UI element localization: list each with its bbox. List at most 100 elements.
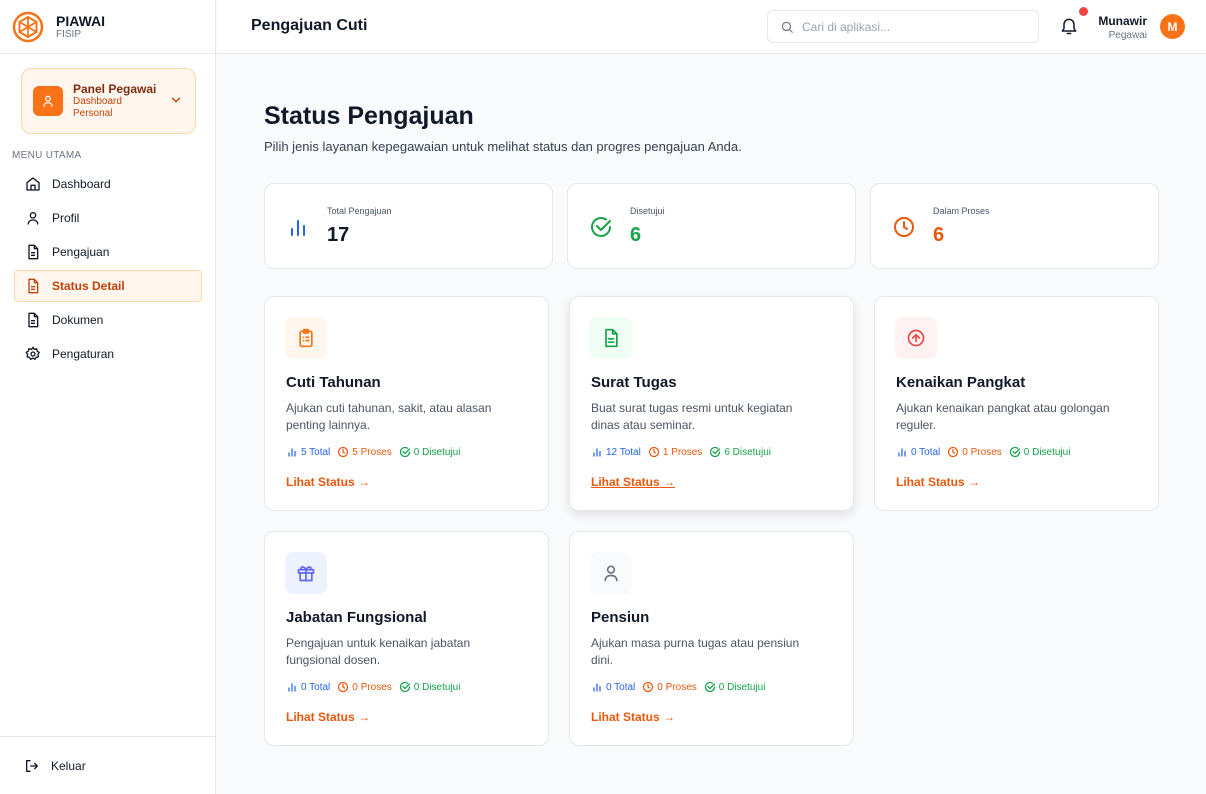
document-icon — [28, 278, 39, 294]
card-title: Cuti Tahunan — [286, 374, 381, 391]
notification-badge — [1079, 7, 1088, 16]
stat-approved: Disetujui 6 — [567, 183, 856, 269]
card-stats: 0 Total 0 Proses 0 Disetujui — [286, 681, 467, 693]
stat-value: 17 — [327, 224, 350, 246]
page-title: Pengajuan Cuti — [251, 17, 368, 34]
process-count: 0 Proses — [337, 681, 392, 693]
process-count: 5 Proses — [337, 446, 392, 458]
service-card-kenaikan-pangkat[interactable]: Kenaikan Pangkat Ajukan kenaikan pangkat… — [874, 296, 1159, 511]
bar-chart-icon — [291, 220, 305, 236]
card-title: Pensiun — [591, 609, 650, 626]
user-icon — [33, 86, 63, 116]
user-name[interactable]: Munawir — [1098, 14, 1147, 28]
main-subheading: Pilih jenis layanan kepegawaian untuk me… — [264, 139, 742, 154]
avatar[interactable]: M — [1160, 14, 1185, 39]
sidebar-item-label: Pengaturan — [52, 347, 115, 361]
clock-icon — [648, 446, 659, 458]
logout-icon — [26, 759, 38, 772]
card-stats: 0 Total 0 Proses 0 Disetujui — [896, 446, 1077, 458]
arrow-up-circle-icon — [895, 317, 937, 359]
sidebar-item-label: Pengajuan — [52, 245, 110, 259]
card-title: Surat Tugas — [591, 374, 677, 391]
clock-icon — [894, 217, 914, 237]
search-input[interactable] — [802, 19, 1022, 34]
check-circle-icon — [1009, 446, 1020, 458]
approved-count: 0 Disetujui — [704, 681, 765, 693]
total-count: 0 Total — [896, 446, 940, 458]
approved-count: 0 Disetujui — [1009, 446, 1070, 458]
card-stats: 12 Total 1 Proses 6 Disetujui — [591, 446, 778, 458]
process-count: 0 Proses — [947, 446, 1002, 458]
clock-icon — [338, 681, 349, 693]
stat-total: Total Pengajuan 17 — [264, 183, 553, 269]
sidebar-item-label: Profil — [52, 211, 80, 225]
process-count: 0 Proses — [642, 681, 697, 693]
document-icon — [28, 244, 39, 260]
view-status-link[interactable]: Lihat Status → — [591, 710, 675, 724]
stat-value: 6 — [933, 224, 945, 246]
user-icon — [27, 212, 39, 225]
sidebar-item-profil[interactable]: Profil — [14, 202, 202, 234]
service-card-surat-tugas[interactable]: Surat Tugas Buat surat tugas resmi untuk… — [569, 296, 854, 511]
view-status-link[interactable]: Lihat Status → — [286, 710, 370, 724]
sidebar-item-label: Dashboard — [52, 177, 111, 191]
clock-icon — [643, 681, 654, 693]
view-status-link[interactable]: Lihat Status → — [286, 475, 370, 489]
search-box[interactable] — [767, 10, 1039, 43]
sidebar-item-dokumen[interactable]: Dokumen — [14, 304, 202, 336]
clock-icon — [948, 446, 959, 458]
stat-label: Dalam Proses — [933, 206, 990, 216]
total-count: 5 Total — [286, 446, 330, 458]
stat-value: 6 — [630, 224, 642, 246]
card-title: Kenaikan Pangkat — [896, 374, 1026, 391]
approved-count: 0 Disetujui — [399, 446, 460, 458]
sidebar-item-status-detail[interactable]: Status Detail — [14, 270, 202, 302]
gift-icon — [285, 552, 327, 594]
sidebar-item-pengajuan[interactable]: Pengajuan — [14, 236, 202, 268]
total-count: 0 Total — [286, 681, 330, 693]
card-description: Pengajuan untuk kenaikan jabatan fungsio… — [286, 636, 471, 667]
user-role: Pegawai — [1108, 30, 1147, 41]
check-circle-icon — [704, 681, 715, 693]
logout-label: Keluar — [51, 758, 86, 773]
check-circle-icon — [591, 217, 611, 237]
bar-chart-icon — [288, 683, 296, 692]
sidebar: PIAWAI FISIP Panel Pegawai Dashboard Per… — [0, 0, 216, 794]
sidebar-item-dashboard[interactable]: Dashboard — [14, 168, 202, 200]
approved-count: 6 Disetujui — [709, 446, 771, 458]
card-title: Jabatan Fungsional — [286, 609, 427, 626]
stat-in-progress: Dalam Proses 6 — [870, 183, 1159, 269]
view-status-link[interactable]: Lihat Status → — [591, 475, 675, 489]
process-count: 1 Proses — [648, 446, 702, 458]
total-count: 0 Total — [591, 681, 635, 693]
sidebar-item-pengaturan[interactable]: Pengaturan — [14, 338, 202, 370]
logo-icon — [12, 11, 44, 42]
card-stats: 5 Total 5 Proses 0 Disetujui — [286, 446, 467, 458]
user-icon — [590, 552, 632, 594]
clock-icon — [338, 446, 349, 458]
service-card-cuti-tahunan[interactable]: Cuti Tahunan Ajukan cuti tahunan, sakit,… — [264, 296, 549, 511]
brand-subtitle: FISIP — [56, 28, 82, 40]
card-stats: 0 Total 0 Proses 0 Disetujui — [591, 681, 772, 693]
service-card-jabatan-fungsional[interactable]: Jabatan Fungsional Pengajuan untuk kenai… — [264, 531, 549, 746]
bar-chart-icon — [898, 448, 906, 457]
bell-icon[interactable] — [1059, 16, 1079, 36]
view-status-link[interactable]: Lihat Status → — [896, 475, 980, 489]
document-icon — [28, 312, 39, 328]
file-text-icon — [590, 317, 632, 359]
topbar: Pengajuan Cuti Munawir Pegawai M — [217, 0, 1206, 54]
brand[interactable]: PIAWAI FISIP — [0, 0, 215, 54]
card-description: Buat surat tugas resmi untuk kegiatan di… — [591, 401, 793, 432]
search-icon — [781, 21, 793, 33]
sidebar-menu: Dashboard Profil Pengajuan Status Detail… — [14, 168, 202, 372]
bar-chart-icon — [593, 448, 601, 457]
approved-count: 0 Disetujui — [399, 681, 460, 693]
card-description: Ajukan masa purna tugas atau pensiun din… — [591, 636, 800, 667]
service-card-pensiun[interactable]: Pensiun Ajukan masa purna tugas atau pen… — [569, 531, 854, 746]
brand-name: PIAWAI — [56, 12, 106, 29]
chevron-down-icon[interactable] — [169, 93, 183, 107]
logout-button[interactable]: Keluar — [0, 736, 216, 794]
panel-switcher[interactable]: Panel Pegawai Dashboard Personal — [21, 68, 196, 134]
sidebar-item-label: Dokumen — [52, 313, 104, 327]
menu-heading: MENU UTAMA — [12, 150, 82, 161]
